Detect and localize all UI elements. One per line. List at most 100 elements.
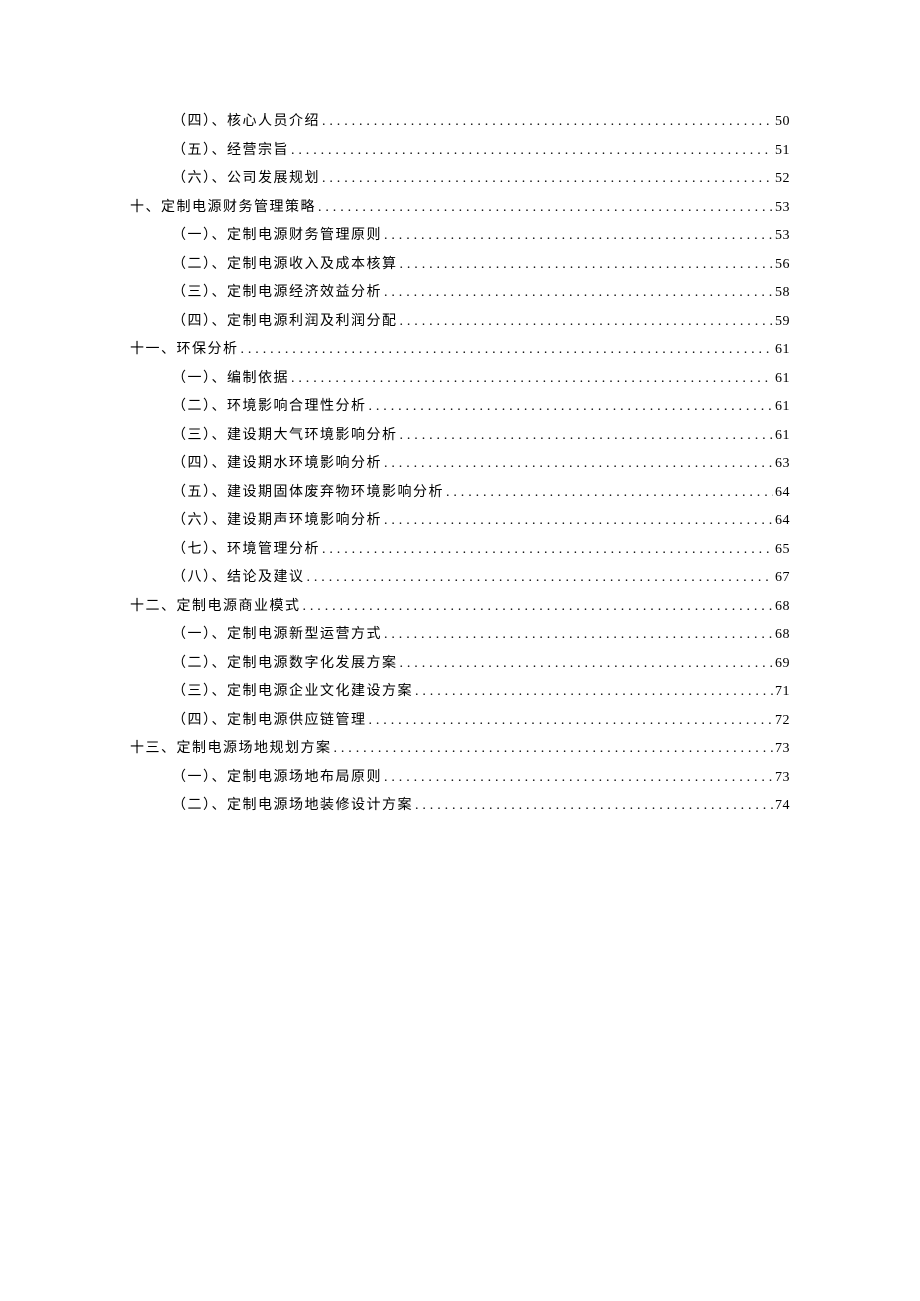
toc-entry-label: （一）、编制依据 bbox=[172, 372, 289, 386]
toc-leader-dots bbox=[303, 600, 774, 614]
toc-entry: （四）、建设期水环境影响分析 63 bbox=[130, 457, 790, 471]
toc-entry-label: （六）、公司发展规划 bbox=[172, 172, 320, 186]
toc-entry: （一）、定制电源场地布局原则 73 bbox=[130, 771, 790, 785]
toc-leader-dots bbox=[400, 258, 774, 272]
toc-entry-page: 61 bbox=[775, 372, 790, 386]
toc-entry-label: （二）、定制电源收入及成本核算 bbox=[172, 258, 398, 272]
toc-entry-label: （六）、建设期声环境影响分析 bbox=[172, 514, 382, 528]
toc-entry-page: 64 bbox=[775, 486, 790, 500]
toc-entry-label: （四）、定制电源供应链管理 bbox=[172, 714, 367, 728]
toc-entry: （三）、定制电源企业文化建设方案 71 bbox=[130, 685, 790, 699]
toc-leader-dots bbox=[369, 714, 774, 728]
toc-leader-dots bbox=[384, 457, 773, 471]
toc-entry-page: 59 bbox=[775, 315, 790, 329]
toc-leader-dots bbox=[322, 543, 773, 557]
toc-entry-label: （四）、建设期水环境影响分析 bbox=[172, 457, 382, 471]
toc-entry-label: （四）、核心人员介绍 bbox=[172, 115, 320, 129]
toc-entry-page: 53 bbox=[775, 229, 790, 243]
toc-entry-page: 69 bbox=[775, 657, 790, 671]
toc-entry-page: 51 bbox=[775, 144, 790, 158]
toc-entry-page: 56 bbox=[775, 258, 790, 272]
toc-leader-dots bbox=[384, 286, 773, 300]
toc-entry-page: 73 bbox=[775, 742, 790, 756]
toc-entry-page: 61 bbox=[775, 429, 790, 443]
toc-entry-page: 68 bbox=[775, 600, 790, 614]
toc-entry: （一）、编制依据 61 bbox=[130, 372, 790, 386]
toc-entry: （一）、定制电源新型运营方式 68 bbox=[130, 628, 790, 642]
toc-entry-page: 61 bbox=[775, 343, 790, 357]
toc-entry: 十三、定制电源场地规划方案 73 bbox=[130, 742, 790, 756]
toc-leader-dots bbox=[334, 742, 774, 756]
toc-entry-label: 十一、环保分析 bbox=[130, 343, 239, 357]
toc-entry-page: 72 bbox=[775, 714, 790, 728]
toc-entry-label: （五）、建设期固体废弃物环境影响分析 bbox=[172, 486, 444, 500]
toc-leader-dots bbox=[241, 343, 774, 357]
toc-entry: （六）、公司发展规划 52 bbox=[130, 172, 790, 186]
toc-leader-dots bbox=[384, 771, 773, 785]
toc-leader-dots bbox=[446, 486, 773, 500]
toc-leader-dots bbox=[291, 372, 773, 386]
toc-entry-label: 十二、定制电源商业模式 bbox=[130, 600, 301, 614]
toc-entry-label: （七）、环境管理分析 bbox=[172, 543, 320, 557]
toc-leader-dots bbox=[384, 628, 773, 642]
toc-entry: （四）、定制电源供应链管理 72 bbox=[130, 714, 790, 728]
toc-entry: （二）、定制电源场地装修设计方案 74 bbox=[130, 799, 790, 813]
toc-entry-label: （二）、定制电源数字化发展方案 bbox=[172, 657, 398, 671]
toc-entry-page: 52 bbox=[775, 172, 790, 186]
toc-entry-label: （二）、环境影响合理性分析 bbox=[172, 400, 367, 414]
toc-entry-page: 63 bbox=[775, 457, 790, 471]
toc-entry: （一）、定制电源财务管理原则 53 bbox=[130, 229, 790, 243]
toc-entry-page: 61 bbox=[775, 400, 790, 414]
toc-entry-label: （三）、建设期大气环境影响分析 bbox=[172, 429, 398, 443]
toc-leader-dots bbox=[400, 657, 774, 671]
toc-leader-dots bbox=[384, 514, 773, 528]
toc-leader-dots bbox=[384, 229, 773, 243]
toc-entry-label: 十三、定制电源场地规划方案 bbox=[130, 742, 332, 756]
toc-entry-label: （三）、定制电源经济效益分析 bbox=[172, 286, 382, 300]
toc-entry-page: 53 bbox=[775, 201, 790, 215]
toc-leader-dots bbox=[415, 799, 773, 813]
toc-entry-label: （八）、结论及建议 bbox=[172, 571, 305, 585]
toc-entry-label: （一）、定制电源财务管理原则 bbox=[172, 229, 382, 243]
toc-leader-dots bbox=[291, 144, 773, 158]
toc-leader-dots bbox=[415, 685, 773, 699]
toc-entry-label: （一）、定制电源场地布局原则 bbox=[172, 771, 382, 785]
toc-entry-page: 71 bbox=[775, 685, 790, 699]
toc-entry-page: 68 bbox=[775, 628, 790, 642]
toc-entry-label: （五）、经营宗旨 bbox=[172, 144, 289, 158]
toc-entry-label: （四）、定制电源利润及利润分配 bbox=[172, 315, 398, 329]
toc-entry: （七）、环境管理分析 65 bbox=[130, 543, 790, 557]
toc-entry: （六）、建设期声环境影响分析 64 bbox=[130, 514, 790, 528]
toc-leader-dots bbox=[400, 315, 774, 329]
table-of-contents: （四）、核心人员介绍 50 （五）、经营宗旨 51 （六）、公司发展规划 52 十、定制电源… bbox=[0, 0, 920, 813]
toc-entry-page: 50 bbox=[775, 115, 790, 129]
toc-entry-page: 58 bbox=[775, 286, 790, 300]
toc-entry: （四）、定制电源利润及利润分配 59 bbox=[130, 315, 790, 329]
toc-entry: （二）、定制电源数字化发展方案 69 bbox=[130, 657, 790, 671]
toc-entry-label: （二）、定制电源场地装修设计方案 bbox=[172, 799, 413, 813]
toc-leader-dots bbox=[322, 172, 773, 186]
toc-leader-dots bbox=[307, 571, 774, 585]
toc-entry: （四）、核心人员介绍 50 bbox=[130, 115, 790, 129]
toc-entry-label: 十、定制电源财务管理策略 bbox=[130, 201, 316, 215]
toc-entry: 十二、定制电源商业模式 68 bbox=[130, 600, 790, 614]
toc-entry: 十、定制电源财务管理策略 53 bbox=[130, 201, 790, 215]
toc-entry-page: 73 bbox=[775, 771, 790, 785]
toc-entry-label: （一）、定制电源新型运营方式 bbox=[172, 628, 382, 642]
toc-entry: （五）、建设期固体废弃物环境影响分析 64 bbox=[130, 486, 790, 500]
toc-leader-dots bbox=[322, 115, 773, 129]
toc-entry-page: 74 bbox=[775, 799, 790, 813]
toc-entry-page: 65 bbox=[775, 543, 790, 557]
toc-entry: （五）、经营宗旨 51 bbox=[130, 144, 790, 158]
toc-entry-page: 64 bbox=[775, 514, 790, 528]
toc-leader-dots bbox=[369, 400, 774, 414]
toc-leader-dots bbox=[400, 429, 774, 443]
toc-entry-page: 67 bbox=[775, 571, 790, 585]
toc-entry: （二）、定制电源收入及成本核算 56 bbox=[130, 258, 790, 272]
toc-entry-label: （三）、定制电源企业文化建设方案 bbox=[172, 685, 413, 699]
toc-entry: （三）、定制电源经济效益分析 58 bbox=[130, 286, 790, 300]
toc-entry: （三）、建设期大气环境影响分析 61 bbox=[130, 429, 790, 443]
toc-entry: 十一、环保分析 61 bbox=[130, 343, 790, 357]
toc-entry: （二）、环境影响合理性分析 61 bbox=[130, 400, 790, 414]
toc-entry: （八）、结论及建议 67 bbox=[130, 571, 790, 585]
